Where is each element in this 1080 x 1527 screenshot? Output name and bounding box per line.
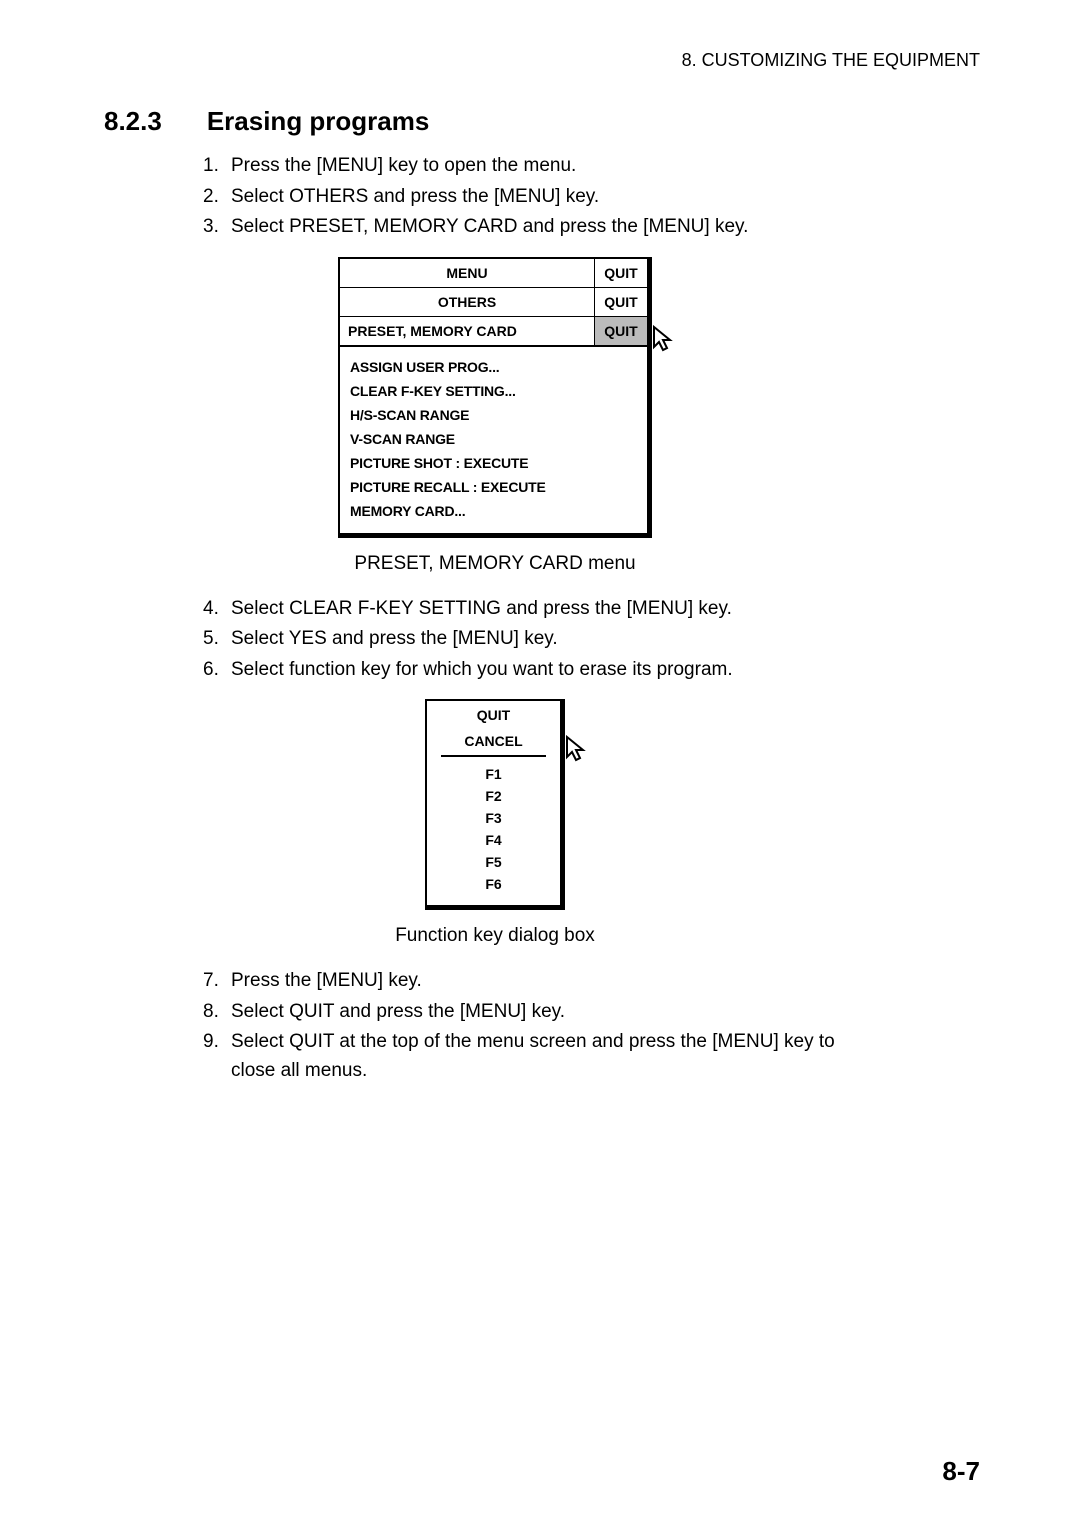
step-text: Select PRESET, MEMORY CARD and press the… (231, 216, 748, 237)
cursor-icon (565, 735, 589, 768)
step-num: 4. (203, 595, 219, 624)
step-num: 7. (203, 967, 219, 996)
list-item: 7. Press the [MENU] key. (203, 967, 980, 996)
menu-item: MEMORY CARD... (350, 499, 637, 523)
step-text: Press the [MENU] key to open the menu. (231, 155, 576, 176)
menu-title: PRESET, MEMORY CARD (340, 317, 595, 345)
menu-figure: MENU QUIT OTHERS QUIT PRESET, MEMORY CAR… (100, 257, 890, 538)
menu-item: PICTURE RECALL : EXECUTE (350, 475, 637, 499)
step-num: 8. (203, 998, 219, 1027)
dialog-item: F4 (427, 829, 560, 851)
page-header: 8. CUSTOMIZING THE EQUIPMENT (100, 50, 980, 71)
step-text: Select QUIT at the top of the menu scree… (231, 1031, 835, 1052)
step-continuation: close all menus. (231, 1057, 980, 1086)
step-text: Select YES and press the [MENU] key. (231, 628, 558, 649)
step-num: 6. (203, 656, 219, 685)
menu-item: CLEAR F-KEY SETTING... (350, 379, 637, 403)
list-item: 6. Select function key for which you want… (203, 656, 980, 685)
list-item: 5. Select YES and press the [MENU] key. (203, 625, 980, 654)
dialog-item: F1 (427, 763, 560, 785)
step-num: 3. (203, 213, 219, 242)
menu-row: OTHERS QUIT (340, 288, 647, 317)
dialog-cancel: CANCEL (427, 729, 560, 755)
menu-item: ASSIGN USER PROG... (350, 355, 637, 379)
dialog-figure: QUIT CANCEL F1 F2 F3 F4 F5 F6 (100, 699, 890, 910)
section-title: Erasing programs (207, 106, 430, 136)
list-item: 3. Select PRESET, MEMORY CARD and press t… (203, 213, 980, 242)
dialog-body: F1 F2 F3 F4 F5 F6 (427, 757, 560, 905)
step-text: Select function key for which you want t… (231, 659, 733, 680)
dialog-item: F6 (427, 873, 560, 895)
list-item: 2. Select OTHERS and press the [MENU] key… (203, 183, 980, 212)
figure-caption: Function key dialog box (100, 925, 890, 947)
step-list-3: 7. Press the [MENU] key. 8. Select QUIT an… (203, 967, 980, 1085)
menu-item: PICTURE SHOT : EXECUTE (350, 451, 637, 475)
list-item: 8. Select QUIT and press the [MENU] key. (203, 998, 980, 1027)
step-text: Press the [MENU] key. (231, 970, 422, 991)
menu-title: MENU (340, 259, 595, 287)
page-number: 8-7 (942, 1456, 980, 1487)
dialog-item: F5 (427, 851, 560, 873)
dialog-box: QUIT CANCEL F1 F2 F3 F4 F5 F6 (425, 699, 565, 910)
menu-item: H/S-SCAN RANGE (350, 403, 637, 427)
menu-quit-selected: QUIT (595, 317, 647, 345)
cursor-icon (652, 325, 676, 358)
step-num: 9. (203, 1028, 219, 1057)
step-list-2: 4. Select CLEAR F-KEY SETTING and press t… (203, 595, 980, 685)
step-text: Select QUIT and press the [MENU] key. (231, 1001, 565, 1022)
dialog-quit: QUIT (427, 701, 560, 729)
menu-row-selected: PRESET, MEMORY CARD QUIT (340, 317, 647, 347)
section-heading: 8.2.3 Erasing programs (104, 106, 980, 137)
menu-wrapper: MENU QUIT OTHERS QUIT PRESET, MEMORY CAR… (338, 257, 652, 538)
step-text: Select OTHERS and press the [MENU] key. (231, 186, 599, 207)
menu-item: V-SCAN RANGE (350, 427, 637, 451)
menu-quit: QUIT (595, 259, 647, 287)
dialog-wrapper: QUIT CANCEL F1 F2 F3 F4 F5 F6 (425, 699, 565, 910)
menu-box: MENU QUIT OTHERS QUIT PRESET, MEMORY CAR… (338, 257, 652, 538)
step-list-1: 1. Press the [MENU] key to open the menu.… (203, 152, 980, 242)
step-num: 2. (203, 183, 219, 212)
list-item: 9. Select QUIT at the top of the menu scr… (203, 1028, 980, 1085)
dialog-item: F3 (427, 807, 560, 829)
list-item: 4. Select CLEAR F-KEY SETTING and press t… (203, 595, 980, 624)
menu-quit: QUIT (595, 288, 647, 316)
menu-row: MENU QUIT (340, 259, 647, 288)
figure-caption: PRESET, MEMORY CARD menu (100, 553, 890, 575)
step-text: Select CLEAR F-KEY SETTING and press the… (231, 598, 732, 619)
menu-title: OTHERS (340, 288, 595, 316)
step-num: 1. (203, 152, 219, 181)
list-item: 1. Press the [MENU] key to open the menu. (203, 152, 980, 181)
section-number: 8.2.3 (104, 106, 162, 137)
step-num: 5. (203, 625, 219, 654)
menu-body: ASSIGN USER PROG... CLEAR F-KEY SETTING.… (340, 347, 647, 533)
dialog-item: F2 (427, 785, 560, 807)
